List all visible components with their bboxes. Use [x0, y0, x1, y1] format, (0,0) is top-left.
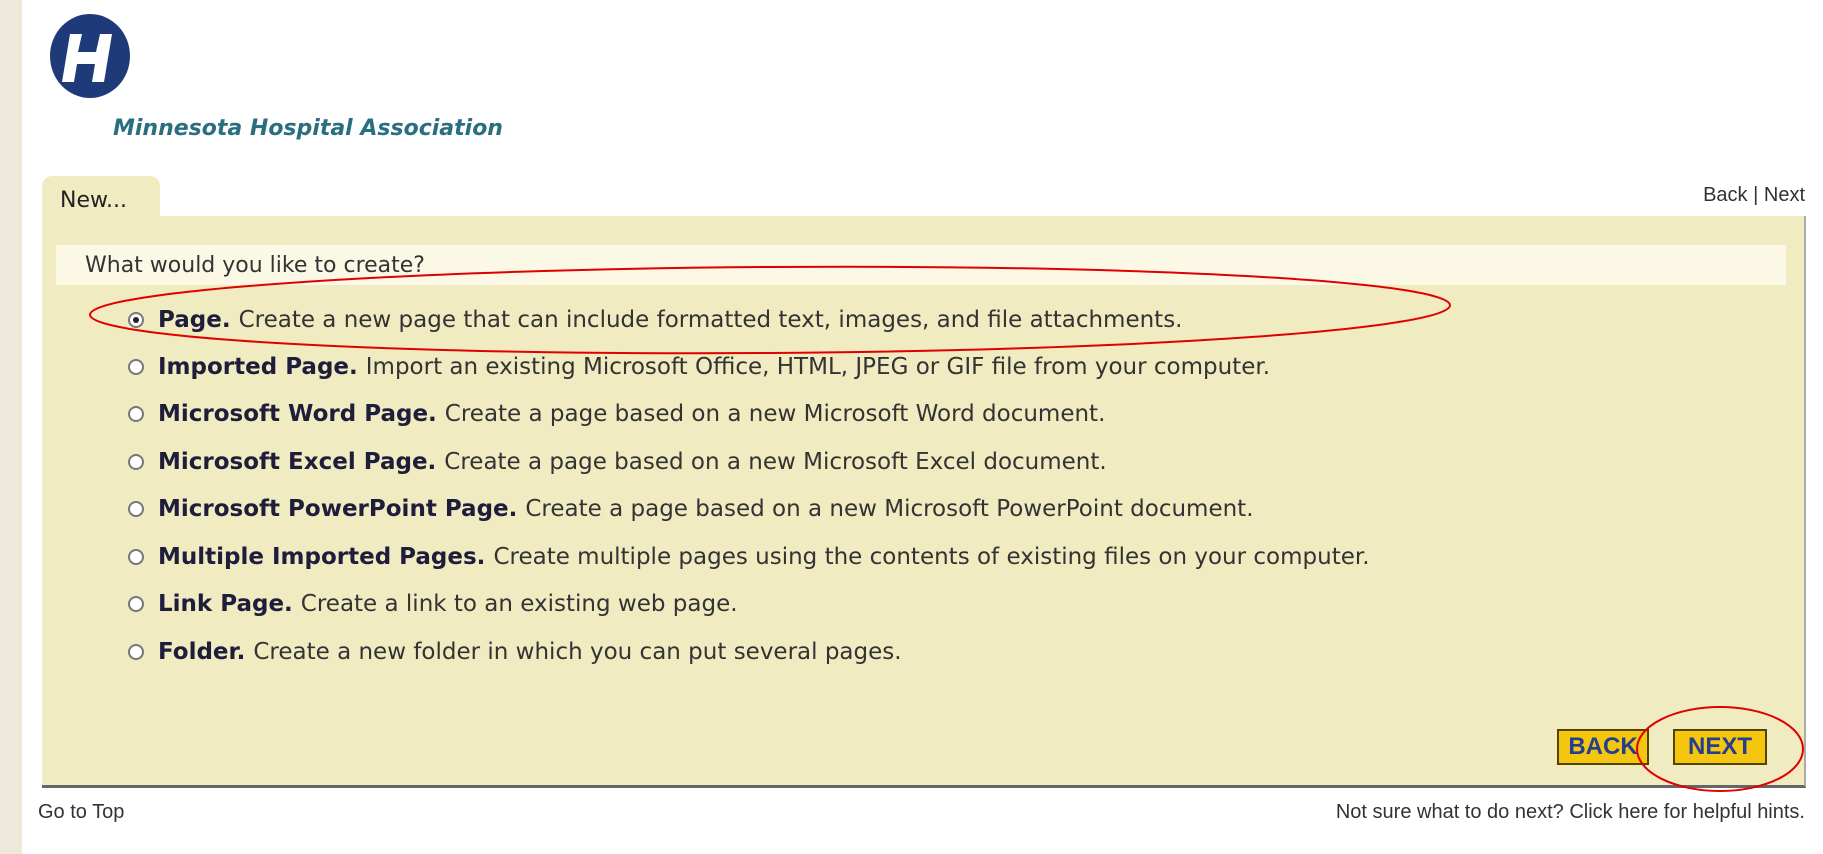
left-border [0, 0, 22, 854]
option-title: Page. [158, 307, 231, 333]
option-desc: Import an existing Microsoft Office, HTM… [365, 354, 1271, 380]
radio-multiple-imported[interactable] [128, 549, 144, 565]
top-nav: Back | Next [1703, 184, 1805, 207]
mha-logo-icon [50, 14, 130, 98]
next-button[interactable]: NEXT [1673, 729, 1767, 765]
option-desc: Create a page based on a new Microsoft P… [525, 496, 1254, 522]
option-imported-page[interactable]: Imported Page. Import an existing Micros… [128, 352, 1270, 382]
option-excel-page[interactable]: Microsoft Excel Page. Create a page base… [128, 447, 1107, 477]
option-desc: Create a page based on a new Microsoft W… [444, 401, 1106, 427]
option-multiple-imported[interactable]: Multiple Imported Pages. Create multiple… [128, 542, 1370, 572]
radio-word-page[interactable] [128, 406, 144, 422]
option-title: Folder. [158, 639, 246, 665]
option-title: Link Page. [158, 591, 293, 617]
option-desc: Create a new folder in which you can put… [253, 639, 902, 665]
question-text: What would you like to create? [85, 253, 425, 278]
option-desc: Create a link to an existing web page. [300, 591, 738, 617]
option-desc: Create a new page that can include forma… [238, 307, 1183, 333]
option-desc: Create a page based on a new Microsoft E… [444, 449, 1107, 475]
option-title: Microsoft PowerPoint Page. [158, 496, 518, 522]
option-page[interactable]: Page. Create a new page that can include… [128, 305, 1182, 335]
radio-excel-page[interactable] [128, 454, 144, 470]
helpful-hints-link[interactable]: Not sure what to do next? Click here for… [1336, 801, 1805, 824]
radio-folder[interactable] [128, 644, 144, 660]
option-title: Multiple Imported Pages. [158, 544, 486, 570]
top-nav-separator: | [1753, 184, 1759, 206]
radio-link-page[interactable] [128, 596, 144, 612]
radio-page[interactable] [128, 312, 144, 328]
option-powerpoint-page[interactable]: Microsoft PowerPoint Page. Create a page… [128, 494, 1254, 524]
option-word-page[interactable]: Microsoft Word Page. Create a page based… [128, 399, 1105, 429]
option-title: Microsoft Excel Page. [158, 449, 437, 475]
go-to-top-link[interactable]: Go to Top [38, 801, 124, 824]
back-button[interactable]: BACK [1557, 729, 1649, 765]
tab-label: New... [60, 188, 127, 213]
option-desc: Create multiple pages using the contents… [493, 544, 1370, 570]
option-title: Imported Page. [158, 354, 358, 380]
radio-powerpoint-page[interactable] [128, 501, 144, 517]
top-back-link[interactable]: Back [1703, 184, 1747, 206]
option-title: Microsoft Word Page. [158, 401, 437, 427]
option-link-page[interactable]: Link Page. Create a link to an existing … [128, 589, 738, 619]
logo-text: Minnesota Hospital Association [113, 116, 503, 141]
radio-imported-page[interactable] [128, 359, 144, 375]
top-next-link[interactable]: Next [1764, 184, 1805, 206]
option-folder[interactable]: Folder. Create a new folder in which you… [128, 637, 902, 667]
